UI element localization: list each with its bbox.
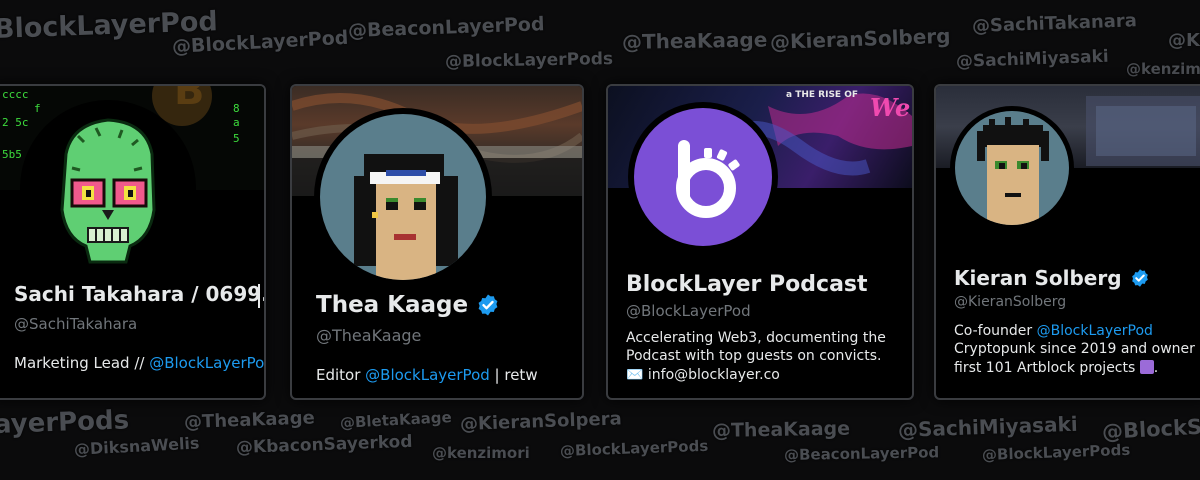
bio-text: Co-founder bbox=[954, 323, 1037, 339]
bg-tag: @SachiMiyasaki bbox=[955, 46, 1110, 72]
bio-line: Cryptopunk since 2019 and owner of bbox=[954, 341, 1200, 358]
matrix-code: cccc bbox=[2, 88, 29, 101]
matrix-code: a bbox=[233, 116, 240, 129]
bio-text: Marketing Lead // bbox=[14, 354, 150, 372]
profile-card-kieran[interactable]: Kieran Solberg @KieranSolberg Co-founder… bbox=[934, 84, 1200, 400]
verified-badge-icon bbox=[478, 294, 498, 316]
bg-tag: @DiksnaWelis bbox=[73, 433, 200, 459]
bio: Editor @BlockLayerPod | retw bbox=[316, 366, 538, 386]
bio-text: . bbox=[1153, 359, 1159, 376]
mention-link[interactable]: @BlockLayerPod bbox=[1037, 323, 1153, 339]
display-name-text: BlockLayer Podcast bbox=[626, 272, 868, 297]
display-name-text: Kieran Solberg bbox=[954, 266, 1122, 290]
bio-text: first 101 Artblock projects bbox=[954, 359, 1140, 376]
display-name-text: Sachi Takahara / 0699. bbox=[14, 282, 266, 306]
matrix-code: 8 bbox=[233, 102, 240, 115]
bg-tag: @TheaKaage bbox=[711, 417, 851, 442]
bio-line: ✉️ info@blocklayer.co bbox=[626, 366, 780, 383]
display-name[interactable]: BlockLayer Podcast bbox=[626, 272, 868, 297]
display-name-text: Thea Kaage bbox=[316, 292, 469, 318]
bg-tag: @SachiTakanara bbox=[971, 10, 1138, 37]
bg-tag: @BlockLayerPods bbox=[444, 49, 614, 72]
bg-tag: @BeaconLayerPod bbox=[347, 13, 545, 42]
avatar-punk-kieran[interactable] bbox=[955, 111, 1069, 225]
profile-card-thea[interactable]: Thea Kaage @TheaKaage Editor @BlockLayer… bbox=[290, 84, 584, 400]
bg-tag: @KieranSolpera bbox=[459, 408, 623, 435]
bg-tag: @SachiMiyasaki bbox=[897, 411, 1079, 442]
bio-line: first 101 Artblock projects . bbox=[954, 359, 1200, 377]
bio: Marketing Lead // @BlockLayerPod bbox=[14, 354, 264, 374]
banner-logo: We bbox=[870, 93, 910, 122]
bg-tag: ayerPods bbox=[0, 405, 130, 440]
matrix-code: 2 5c bbox=[2, 116, 29, 129]
bg-tag: @Kieran bbox=[1168, 30, 1200, 51]
handle[interactable]: @BlockLayerPod bbox=[626, 302, 751, 320]
svg-text:B: B bbox=[174, 86, 205, 114]
handle[interactable]: @SachiTakahara bbox=[14, 315, 137, 333]
matrix-code: f bbox=[34, 102, 41, 115]
bio: Accelerating Web3, documenting the Podca… bbox=[626, 329, 886, 384]
skull-icon bbox=[60, 118, 156, 264]
handle[interactable]: @KieranSolberg bbox=[954, 294, 1066, 310]
cryptopunk-icon bbox=[977, 117, 1049, 225]
profile-card-blocklayer[interactable]: a THE RISE OF We BlockLayer Podcast @Blo… bbox=[606, 84, 914, 400]
verified-badge-icon bbox=[1131, 269, 1148, 287]
bio-text: Editor bbox=[316, 366, 366, 384]
bg-tag: @BletaKaage bbox=[339, 408, 453, 432]
banner-caption: a THE RISE OF bbox=[786, 90, 858, 100]
bg-tag: @kenzimori bbox=[432, 444, 530, 462]
bio-line: Co-founder @BlockLayerPod bbox=[954, 322, 1200, 340]
matrix-code: 5 bbox=[233, 132, 240, 145]
bg-tag: @KieranSolberg bbox=[769, 23, 951, 54]
bg-tag: @BeaconLayerPod bbox=[783, 443, 940, 464]
profile-card-sachi[interactable]: B cccc f 8 2 5c a 5 5b5 Sachi Takahara /… bbox=[0, 84, 266, 400]
bg-tag: @BlockLayerPods bbox=[559, 436, 709, 460]
bio-line: Podcast with top guests on convicts. bbox=[626, 348, 882, 365]
mention-link[interactable]: @BlockLayerPod bbox=[149, 354, 264, 372]
handle[interactable]: @TheaKaage bbox=[316, 326, 421, 345]
display-name[interactable]: Thea Kaage bbox=[316, 292, 500, 318]
display-name[interactable]: Sachi Takahara / 0699. bbox=[14, 282, 266, 306]
bg-tag: @BlockLayerPods bbox=[981, 440, 1131, 464]
avatar-blocklayer-logo[interactable] bbox=[634, 108, 772, 246]
bg-tag: @kenzimori bbox=[1126, 60, 1200, 78]
bg-tag: @TheaKaage bbox=[621, 27, 768, 54]
bio-text: | retw bbox=[489, 366, 538, 384]
bio-line: Accelerating Web3, documenting the bbox=[626, 330, 886, 346]
mention-link[interactable]: @BlockLayerPod bbox=[365, 366, 490, 384]
bg-tag: @TheaKaage bbox=[183, 407, 316, 433]
cryptopunk-icon bbox=[354, 154, 458, 280]
avatar-skull[interactable] bbox=[26, 106, 190, 270]
text-cursor bbox=[258, 284, 260, 308]
avatar-punk-thea[interactable] bbox=[320, 114, 486, 280]
display-name[interactable]: Kieran Solberg bbox=[954, 266, 1150, 290]
purple-square-icon bbox=[1139, 359, 1154, 374]
blocklayer-logo-icon bbox=[676, 140, 740, 218]
bg-tag: @KbaconSayerkod bbox=[235, 431, 413, 458]
bio: Co-founder @BlockLayerPod Cryptopunk sin… bbox=[954, 322, 1200, 377]
matrix-code: 5b5 bbox=[2, 148, 22, 161]
bg-tag: @BlockSa bbox=[1101, 414, 1200, 444]
